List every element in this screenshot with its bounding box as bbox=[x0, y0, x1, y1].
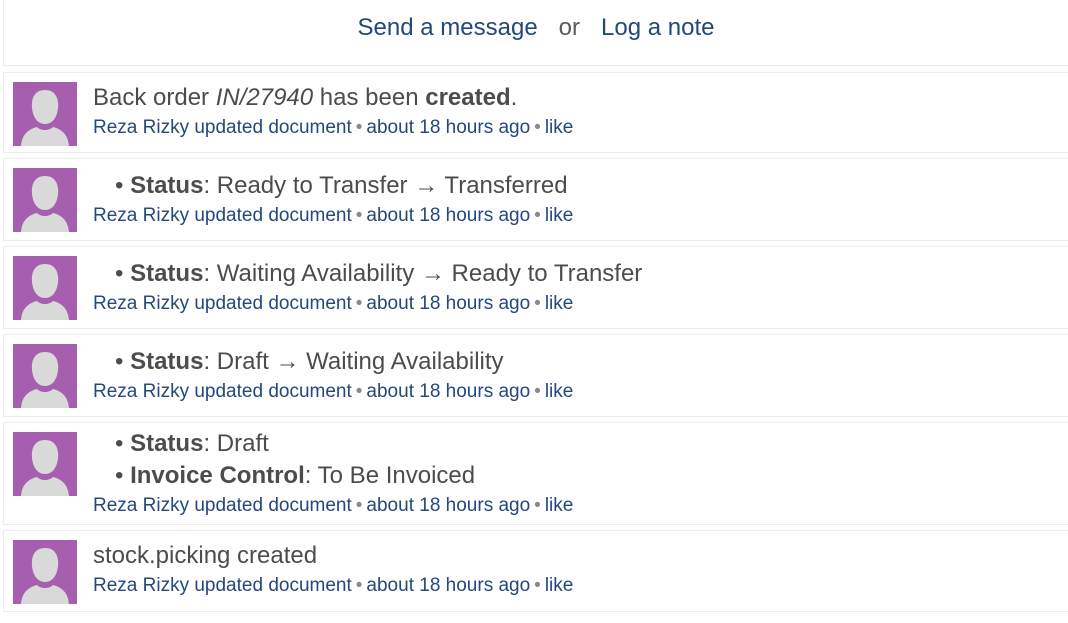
field-name: Status bbox=[130, 348, 204, 375]
message-meta: Reza Rizky updated document • about 18 hou… bbox=[93, 293, 574, 314]
user-silhouette-icon bbox=[21, 176, 69, 232]
message-body: Back order IN/27940 has been created. bbox=[93, 84, 518, 111]
field-change: : To Be Invoiced bbox=[304, 462, 476, 489]
message-body: • Status: Draft → Waiting Availability bbox=[93, 348, 1068, 375]
field-name: Status bbox=[130, 172, 204, 199]
or-text: or bbox=[558, 14, 581, 41]
user-silhouette-icon bbox=[21, 548, 69, 604]
avatar[interactable] bbox=[13, 82, 77, 146]
field-name: Status bbox=[130, 260, 204, 287]
tracking-line: • Status: Waiting Availability → Ready t… bbox=[115, 260, 643, 287]
action-text: updated document bbox=[194, 381, 352, 402]
author-link[interactable]: Reza Rizky bbox=[93, 495, 189, 516]
timestamp: about 18 hours ago bbox=[366, 293, 531, 314]
field-change: : Ready to Transfer → Transferred bbox=[203, 172, 568, 199]
author-link[interactable]: Reza Rizky bbox=[93, 381, 189, 402]
message-item: • Status: Waiting Availability → Ready t… bbox=[3, 246, 1068, 329]
backorder-ref: IN/27940 bbox=[215, 84, 314, 111]
composer-bar: Send a message or Log a note bbox=[3, 0, 1068, 66]
avatar[interactable] bbox=[13, 256, 77, 320]
like-link[interactable]: like bbox=[545, 205, 574, 226]
action-text: updated document bbox=[194, 293, 352, 314]
action-text: updated document bbox=[194, 495, 352, 516]
action-text: updated document bbox=[194, 205, 352, 226]
tracking-line: • Status: Draft → Waiting Availability bbox=[115, 348, 504, 375]
message-body: stock.picking created bbox=[93, 542, 318, 569]
message-item: Back order IN/27940 has been created. Re… bbox=[3, 72, 1068, 153]
tracking-line: • Invoice Control: To Be Invoiced bbox=[115, 462, 476, 489]
author-link[interactable]: Reza Rizky bbox=[93, 205, 189, 226]
message-thread: Back order IN/27940 has been created. Re… bbox=[3, 72, 1068, 617]
avatar[interactable] bbox=[13, 540, 77, 604]
user-silhouette-icon bbox=[21, 440, 69, 496]
message-body: • Status: Waiting Availability → Ready t… bbox=[93, 260, 1068, 287]
author-link[interactable]: Reza Rizky bbox=[93, 293, 189, 314]
action-text: updated document bbox=[194, 575, 352, 596]
like-link[interactable]: like bbox=[545, 495, 574, 516]
timestamp: about 18 hours ago bbox=[366, 575, 531, 596]
action-text: updated document bbox=[194, 117, 352, 138]
like-link[interactable]: like bbox=[545, 117, 574, 138]
field-change: : Draft bbox=[203, 430, 269, 457]
like-link[interactable]: like bbox=[545, 381, 574, 402]
timestamp: about 18 hours ago bbox=[366, 205, 531, 226]
message-item: • Status: Draft → Waiting Availability R… bbox=[3, 334, 1068, 417]
message-item: • Status: Ready to Transfer → Transferre… bbox=[3, 158, 1068, 241]
like-link[interactable]: like bbox=[545, 293, 574, 314]
message-item: • Status: Draft • Invoice Control: To Be… bbox=[3, 422, 1068, 525]
message-body: • Status: Ready to Transfer → Transferre… bbox=[93, 172, 1068, 199]
message-item: stock.picking created Reza Rizky updated… bbox=[3, 530, 1068, 612]
send-message-link[interactable]: Send a message bbox=[358, 14, 538, 41]
message-body: • Status: Draft • Invoice Control: To Be… bbox=[93, 428, 1068, 492]
timestamp: about 18 hours ago bbox=[366, 381, 531, 402]
message-meta: Reza Rizky updated document • about 18 hou… bbox=[93, 381, 574, 402]
field-change: : Draft → Waiting Availability bbox=[203, 348, 504, 375]
tracking-line: • Status: Ready to Transfer → Transferre… bbox=[115, 172, 568, 199]
timestamp: about 18 hours ago bbox=[366, 495, 531, 516]
message-meta: Reza Rizky updated document • about 18 hou… bbox=[93, 117, 574, 138]
field-change: : Waiting Availability → Ready to Transf… bbox=[203, 260, 643, 287]
log-note-link[interactable]: Log a note bbox=[601, 14, 714, 41]
field-name: Invoice Control bbox=[130, 462, 305, 489]
avatar[interactable] bbox=[13, 432, 77, 496]
author-link[interactable]: Reza Rizky bbox=[93, 575, 189, 596]
user-silhouette-icon bbox=[21, 264, 69, 320]
timestamp: about 18 hours ago bbox=[366, 117, 531, 138]
avatar[interactable] bbox=[13, 168, 77, 232]
message-meta: Reza Rizky updated document • about 18 hou… bbox=[93, 205, 574, 226]
tracking-line: • Status: Draft bbox=[115, 430, 269, 457]
like-link[interactable]: like bbox=[545, 575, 574, 596]
field-name: Status bbox=[130, 430, 204, 457]
message-meta: Reza Rizky updated document • about 18 hou… bbox=[93, 495, 574, 516]
user-silhouette-icon bbox=[21, 90, 69, 146]
message-meta: Reza Rizky updated document • about 18 hou… bbox=[93, 575, 574, 596]
user-silhouette-icon bbox=[21, 352, 69, 408]
author-link[interactable]: Reza Rizky bbox=[93, 117, 189, 138]
avatar[interactable] bbox=[13, 344, 77, 408]
